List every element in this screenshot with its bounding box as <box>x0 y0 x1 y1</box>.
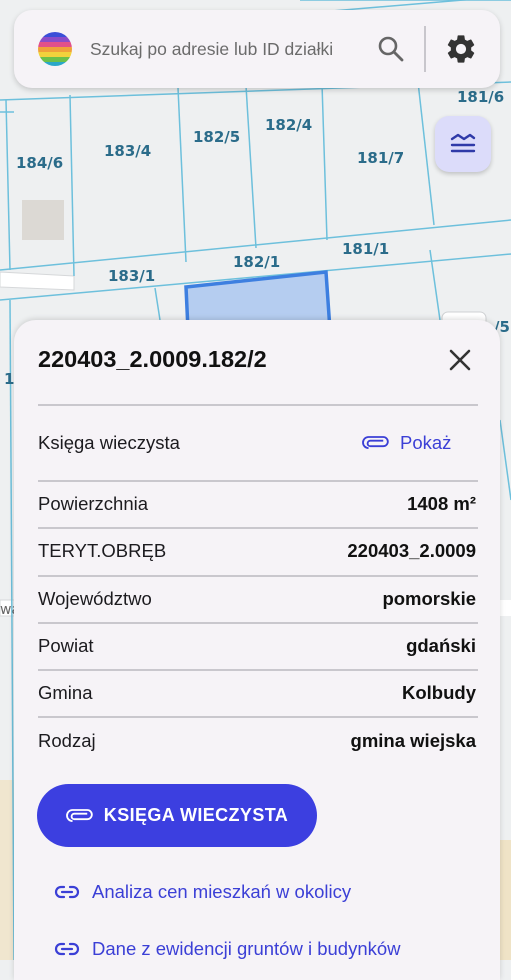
county-value: gdański <box>406 635 476 656</box>
divider <box>38 480 478 482</box>
land-records-link-text: Dane z ewidencji gruntów i budynków <box>92 938 401 959</box>
price-analysis-link[interactable]: Analiza cen mieszkań w okolicy <box>54 879 351 905</box>
close-icon[interactable] <box>446 346 474 374</box>
layers-button[interactable] <box>435 116 491 172</box>
price-analysis-link-text: Analiza cen mieszkań w okolicy <box>92 881 352 902</box>
divider <box>38 527 478 529</box>
parcel-label: 1 <box>4 370 14 388</box>
parcel-label: 183/1 <box>108 267 155 285</box>
county-label: Powiat <box>38 635 94 656</box>
panel-title: 220403_2.0009.182/2 <box>38 346 267 372</box>
land-register-button[interactable]: KSIĘGA WIECZYSTA <box>37 784 317 847</box>
search-bar <box>14 10 500 88</box>
divider <box>424 26 426 72</box>
search-input[interactable] <box>90 32 374 66</box>
parcel-label: 184/6 <box>16 154 63 172</box>
parcel-label: 181/1 <box>342 240 389 258</box>
divider <box>38 716 478 718</box>
land-register-show-link[interactable]: Pokaż <box>362 430 451 456</box>
type-label: Rodzaj <box>38 730 96 751</box>
parcel-label: 183/4 <box>104 142 151 160</box>
layers-icon <box>450 133 476 153</box>
parcel-details-panel: 220403_2.0009.182/2 Księga wieczysta Pok… <box>14 320 500 980</box>
teryt-label: TERYT.OBRĘB <box>38 540 167 561</box>
building <box>22 200 64 240</box>
teryt-value: 220403_2.0009 <box>347 540 476 561</box>
area-label: Powierzchnia <box>38 493 149 514</box>
parcel-label: 182/1 <box>233 253 280 271</box>
voivodeship-value: pomorskie <box>382 588 476 609</box>
land-register-label: Księga wieczysta <box>38 432 180 453</box>
divider <box>38 669 478 671</box>
land-register-show-text: Pokaż <box>400 432 452 453</box>
divider <box>38 575 478 577</box>
paperclip-icon <box>362 436 389 449</box>
link-icon <box>54 885 80 899</box>
commune-value: Kolbudy <box>402 682 476 703</box>
divider <box>38 404 478 406</box>
land-register-button-label: KSIĘGA WIECZYSTA <box>103 805 289 825</box>
voivodeship-label: Województwo <box>38 588 152 609</box>
parcel-label: 182/5 <box>193 128 240 146</box>
commune-label: Gmina <box>38 682 93 703</box>
parcel-label: 182/4 <box>265 116 312 134</box>
parcel-label: 181/7 <box>357 149 404 167</box>
type-value: gmina wiejska <box>350 730 476 751</box>
land-records-link[interactable]: Dane z ewidencji gruntów i budynków <box>54 936 401 962</box>
divider <box>38 622 478 624</box>
parcel-label: 181/6 <box>457 88 504 106</box>
area-value: 1408 m² <box>407 493 476 514</box>
link-icon <box>54 942 80 956</box>
paperclip-icon <box>65 808 93 822</box>
search-icon[interactable] <box>376 34 406 64</box>
app-logo-icon[interactable] <box>38 32 72 66</box>
gear-icon[interactable] <box>444 32 478 66</box>
